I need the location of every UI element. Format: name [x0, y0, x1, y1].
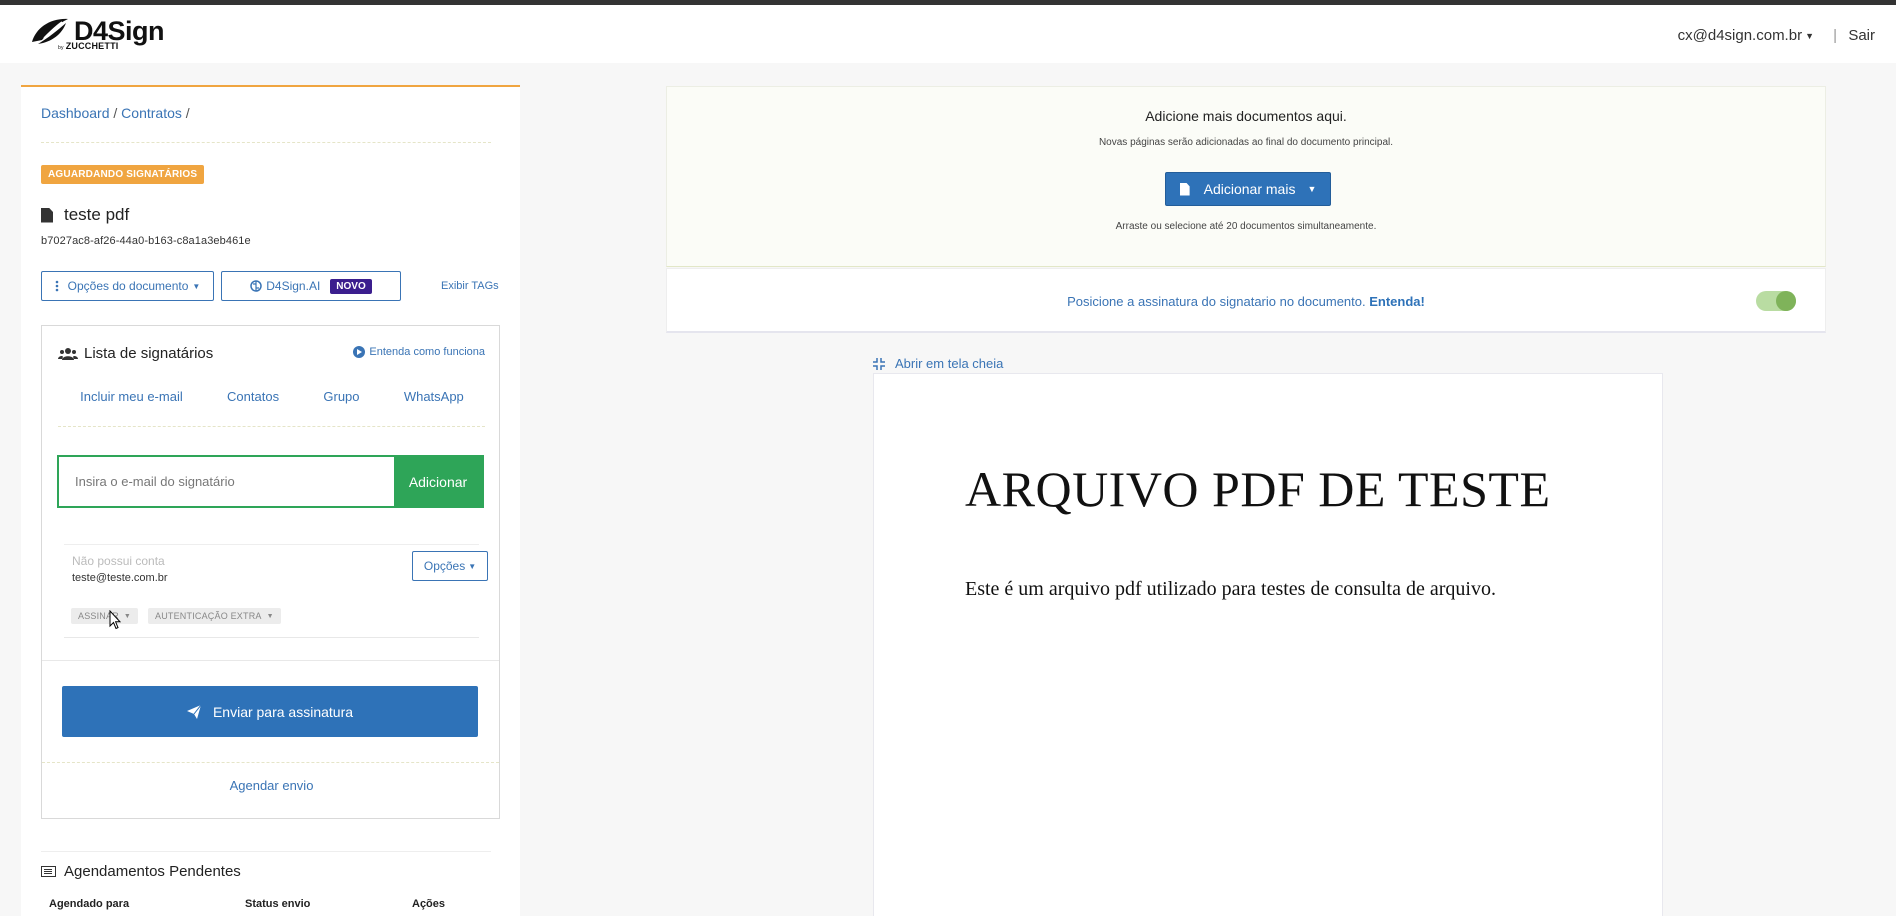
- upload-subtitle: Novas páginas serão adicionadas ao final…: [1098, 137, 1394, 148]
- caret-down-icon: ▼: [468, 561, 477, 571]
- how-it-works-label: Entenda como funciona: [369, 346, 485, 358]
- add-more-label: Adicionar mais: [1203, 181, 1296, 197]
- logo-by: by: [58, 45, 64, 51]
- tab-whatsapp[interactable]: WhatsApp: [404, 389, 464, 404]
- column-header-scheduled-for: Agendado para: [49, 898, 130, 910]
- show-tags-link[interactable]: Exibir TAGs: [441, 280, 499, 292]
- divider: [42, 660, 499, 661]
- add-signer-button[interactable]: Adicionar: [394, 457, 482, 506]
- caret-down-icon: ▼: [266, 612, 274, 620]
- add-more-button[interactable]: Adicionar mais ▼: [1165, 172, 1331, 206]
- signers-panel: Lista de signatários Entenda como funcio…: [41, 325, 500, 819]
- users-icon: [58, 347, 78, 360]
- user-menu[interactable]: cx@d4sign.com.br ▼: [1678, 27, 1814, 44]
- column-header-send-status: Status envio: [245, 898, 311, 910]
- tab-contacts[interactable]: Contatos: [227, 389, 279, 404]
- signer-email-input[interactable]: [59, 457, 394, 506]
- logout-link[interactable]: Sair: [1848, 27, 1875, 44]
- divider: [42, 762, 499, 763]
- caret-down-icon: ▼: [1805, 31, 1814, 42]
- position-signature-toggle[interactable]: [1756, 291, 1796, 311]
- upload-title: Adicione mais documentos aqui.: [1145, 108, 1347, 124]
- signer-name: Não possui conta: [72, 554, 165, 568]
- position-text: Posicione a assinatura do signatario no …: [1067, 294, 1366, 309]
- extra-auth-label: AUTENTICAÇÃO EXTRA: [155, 611, 262, 621]
- divider: [64, 637, 479, 638]
- document-title: teste pdf: [64, 205, 130, 224]
- upload-hint: Arraste ou selecione até 20 documentos s…: [1115, 221, 1377, 232]
- logo-subtitle: by ZUCCHETTI: [58, 41, 118, 51]
- tab-include-my-email[interactable]: Incluir meu e-mail: [80, 389, 183, 404]
- new-badge: NOVO: [330, 278, 372, 294]
- divider: [41, 142, 491, 143]
- signer-source-tabs: Incluir meu e-mail Contatos Grupo WhatsA…: [58, 389, 486, 404]
- pdf-body-text: Este é um arquivo pdf utilizado para tes…: [965, 578, 1496, 600]
- pdf-heading: ARQUIVO PDF DE TESTE: [965, 461, 1551, 517]
- extra-auth-dropdown[interactable]: AUTENTICAÇÃO EXTRA ▼: [148, 608, 281, 624]
- document-title-row: teste pdf: [41, 205, 129, 225]
- navbar: D4Sign by ZUCCHETTI cx@d4sign.com.br ▼ | S…: [0, 5, 1896, 63]
- column-header-actions: Ações: [412, 898, 446, 910]
- signer-options-label: Opções: [423, 559, 466, 573]
- divider: [41, 851, 491, 852]
- schedule-send-link[interactable]: Agendar envio: [42, 778, 501, 793]
- how-it-works-link[interactable]: Entenda como funciona: [353, 346, 485, 358]
- d4sign-ai-button[interactable]: D4Sign.AI NOVO: [221, 271, 401, 301]
- play-circle-icon: [353, 346, 366, 358]
- signer-action-dropdown[interactable]: ASSINAR ▼: [71, 608, 139, 624]
- signers-title: Lista de signatários: [58, 345, 213, 362]
- signer-email: teste@teste.com.br: [72, 572, 168, 584]
- document-sidebar: Dashboard / Contratos / AGUARDANDO SIGNA…: [21, 85, 520, 916]
- file-icon: [41, 207, 53, 223]
- tab-group[interactable]: Grupo: [323, 389, 359, 404]
- mouse-cursor-icon: [109, 610, 121, 630]
- breadcrumb-dashboard[interactable]: Dashboard: [41, 105, 110, 121]
- ellipsis-vertical-icon: [55, 280, 58, 292]
- breadcrumb-contracts[interactable]: Contratos: [121, 105, 182, 121]
- send-for-signature-label: Enviar para assinatura: [212, 703, 354, 720]
- breadcrumb-separator: /: [113, 105, 118, 121]
- open-fullscreen-link[interactable]: Abrir em tela cheia: [873, 356, 1003, 371]
- divider: [64, 544, 479, 545]
- pending-schedules-text: Agendamentos Pendentes: [64, 863, 241, 880]
- breadcrumb-separator: /: [185, 105, 190, 121]
- open-fullscreen-label: Abrir em tela cheia: [895, 356, 1004, 371]
- divider: [58, 426, 485, 427]
- list-icon: [41, 866, 56, 877]
- caret-down-icon: ▼: [192, 281, 201, 291]
- breadcrumb: Dashboard / Contratos /: [41, 105, 190, 121]
- paper-plane-icon: [186, 704, 201, 719]
- toggle-knob: [1776, 291, 1796, 311]
- d4sign-ai-label: D4Sign.AI: [266, 279, 321, 293]
- signature-position-bar: Posicione a assinatura do signatario no …: [666, 268, 1826, 333]
- pdf-page-viewer[interactable]: ARQUIVO PDF DE TESTE Este é um arquivo p…: [873, 373, 1663, 916]
- document-options-button[interactable]: Opções do documento ▼: [41, 271, 214, 301]
- user-email: cx@d4sign.com.br: [1677, 27, 1803, 44]
- compress-icon: [873, 357, 885, 370]
- brain-icon: [250, 280, 262, 292]
- signer-email-form: Adicionar: [57, 455, 484, 508]
- document-options-label: Opções do documento: [67, 279, 189, 293]
- logo-sub-text: ZUCCHETTI: [65, 41, 119, 51]
- signer-options-button[interactable]: Opções ▼: [412, 551, 488, 581]
- caret-down-icon: ▼: [123, 612, 132, 620]
- add-documents-dropzone[interactable]: Adicione mais documentos aqui. Novas pág…: [666, 86, 1826, 267]
- signers-title-text: Lista de signatários: [84, 345, 214, 362]
- send-for-signature-button[interactable]: Enviar para assinatura: [62, 686, 478, 737]
- caret-down-icon: ▼: [1307, 184, 1317, 194]
- status-badge: AGUARDANDO SIGNATÁRIOS: [41, 165, 205, 184]
- understand-link[interactable]: Entenda!: [1369, 294, 1425, 309]
- document-hash: b7027ac8-af26-44a0-b163-c8a1a3eb461e: [41, 235, 251, 247]
- pending-schedules-title: Agendamentos Pendentes: [41, 863, 241, 880]
- position-instructions: Posicione a assinatura do signatario no …: [667, 294, 1825, 309]
- file-icon: [1179, 182, 1190, 196]
- nav-separator: |: [1833, 27, 1837, 44]
